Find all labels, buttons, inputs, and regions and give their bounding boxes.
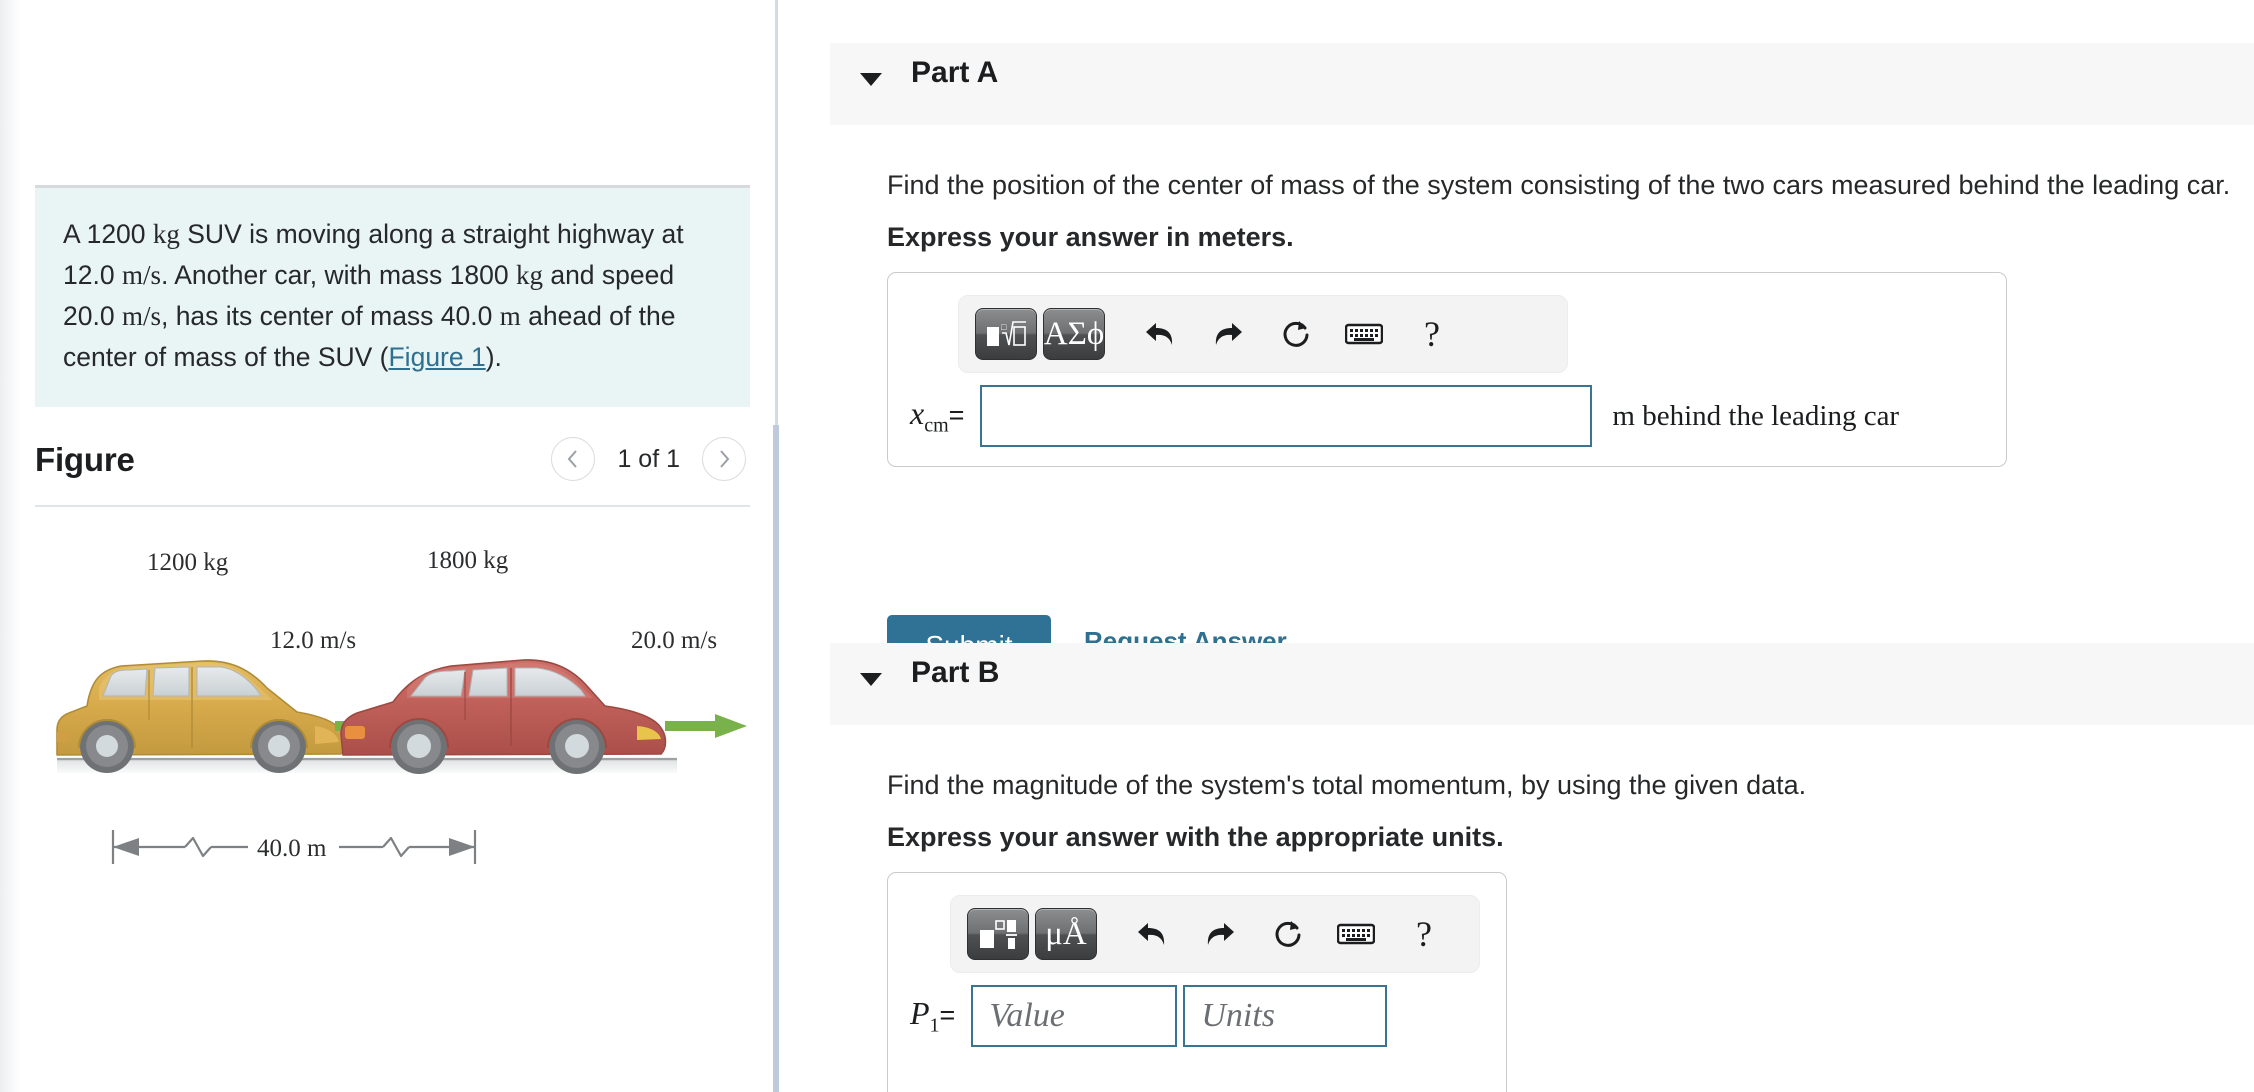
figure-navigation: 1 of 1 — [551, 437, 746, 481]
sedan-mass-label: 1800 kg — [427, 547, 509, 574]
undo-icon[interactable] — [1121, 908, 1183, 960]
greek-symbols-button[interactable]: ΑΣϕ — [1043, 308, 1105, 360]
answer-right-panel: Part A Find the position of the center o… — [779, 0, 2254, 1092]
figure-divider — [35, 505, 750, 507]
reset-icon[interactable] — [1257, 908, 1319, 960]
suv-car-1 — [56, 660, 345, 773]
part-b-label: Part B — [911, 656, 1000, 689]
keyboard-icon[interactable] — [1325, 908, 1387, 960]
cars-diagram-svg: 1200 kg 12.0 m/s 1800 kg 20.0 m/s 40.0 m — [56, 547, 747, 864]
redo-icon[interactable] — [1189, 908, 1251, 960]
distance-label: 40.0 m — [257, 835, 327, 862]
sedan-velocity-arrow — [665, 714, 747, 738]
redo-icon[interactable] — [1197, 308, 1259, 360]
problem-seg-12: ). — [485, 342, 502, 373]
suv-mass-label: 1200 kg — [147, 549, 229, 576]
suv-speed-label: 12.0 m/s — [270, 627, 356, 654]
keyboard-icon[interactable] — [1333, 308, 1395, 360]
problem-seg-8: , has its center of mass 40.0 — [160, 301, 500, 332]
math-template-icon[interactable]: □ — [975, 308, 1037, 360]
part-b-var: P — [910, 994, 930, 1031]
part-b-answer-box: μÅ ? P1= Value Units — [887, 872, 1507, 1092]
problem-unit-ms-2: m/s — [121, 301, 161, 332]
problem-unit-kg-2: kg — [515, 260, 543, 291]
figure-1-link[interactable]: Figure 1 — [389, 342, 486, 372]
part-a-answer-suffix: m behind the leading car — [1612, 399, 1900, 432]
help-icon[interactable]: ? — [1401, 308, 1463, 360]
part-a-instruction: Express your answer in meters. — [887, 222, 1294, 252]
problem-seg-4: . Another car, with mass 1800 — [160, 260, 516, 291]
chevron-right-icon[interactable] — [702, 437, 746, 481]
problem-seg-0: A 1200 — [63, 219, 153, 249]
problem-unit-m: m — [499, 301, 521, 332]
problem-left-panel: A 1200 kg SUV is moving along a straight… — [0, 0, 775, 1092]
units-symbols-button[interactable]: μÅ — [1035, 908, 1097, 960]
part-a-label: Part A — [911, 56, 999, 89]
figure-title: Figure — [35, 441, 135, 478]
part-b-units-toolbar: μÅ ? — [950, 895, 1480, 973]
part-b-instruction: Express your answer with the appropriate… — [887, 822, 1504, 852]
part-a-var: x — [910, 394, 925, 431]
chevron-left-icon[interactable] — [551, 437, 596, 481]
part-a-eq: = — [948, 399, 965, 430]
reset-icon[interactable] — [1265, 308, 1327, 360]
part-a-header[interactable]: Part A — [830, 43, 2254, 125]
part-b-value-input[interactable] — [971, 985, 1178, 1047]
problem-statement-text: A 1200 kg SUV is moving along a straight… — [63, 214, 722, 377]
part-a-question: Find the position of the center of mass … — [887, 170, 2231, 200]
part-a-answer-input[interactable] — [980, 385, 1593, 447]
part-b-units-input[interactable] — [1183, 985, 1388, 1047]
page-edge-shadow — [0, 0, 20, 1092]
page-root: A 1200 kg SUV is moving along a straight… — [0, 0, 2254, 1092]
part-b-answer-row: P1= — [910, 985, 1388, 1047]
part-a-answer-box: □ ΑΣϕ ? xcm= m behind the leading car — [887, 272, 2007, 467]
problem-unit-ms-1: m/s — [121, 260, 161, 291]
part-b-answer-label: P1= — [910, 995, 955, 1037]
svg-text:□: □ — [1001, 322, 1007, 332]
help-icon[interactable]: ? — [1393, 908, 1455, 960]
part-a-sub: cm — [924, 414, 949, 437]
problem-statement-box: A 1200 kg SUV is moving along a straight… — [35, 185, 750, 408]
sedan-speed-label: 20.0 m/s — [631, 627, 717, 654]
figure-header: Figure 1 of 1 — [35, 435, 750, 505]
problem-unit-kg-1: kg — [152, 219, 180, 249]
units-template-icon[interactable] — [967, 908, 1029, 960]
figure-counter: 1 of 1 — [617, 444, 680, 473]
part-a-answer-label: xcm= — [910, 395, 964, 437]
figure-diagram: 1200 kg 12.0 m/s 1800 kg 20.0 m/s 40.0 m — [35, 530, 750, 950]
part-b-sub: 1 — [929, 1014, 940, 1037]
part-a-math-toolbar: □ ΑΣϕ ? — [958, 295, 1568, 373]
part-b-header[interactable]: Part B — [830, 643, 2254, 725]
caret-down-icon[interactable] — [860, 73, 882, 86]
undo-icon[interactable] — [1129, 308, 1191, 360]
caret-down-icon[interactable] — [860, 673, 882, 686]
part-b-question: Find the magnitude of the system's total… — [887, 770, 1807, 800]
sedan-car-2 — [340, 659, 667, 774]
part-b-eq: = — [939, 999, 956, 1030]
part-a-answer-row: xcm= m behind the leading car — [910, 385, 1899, 447]
